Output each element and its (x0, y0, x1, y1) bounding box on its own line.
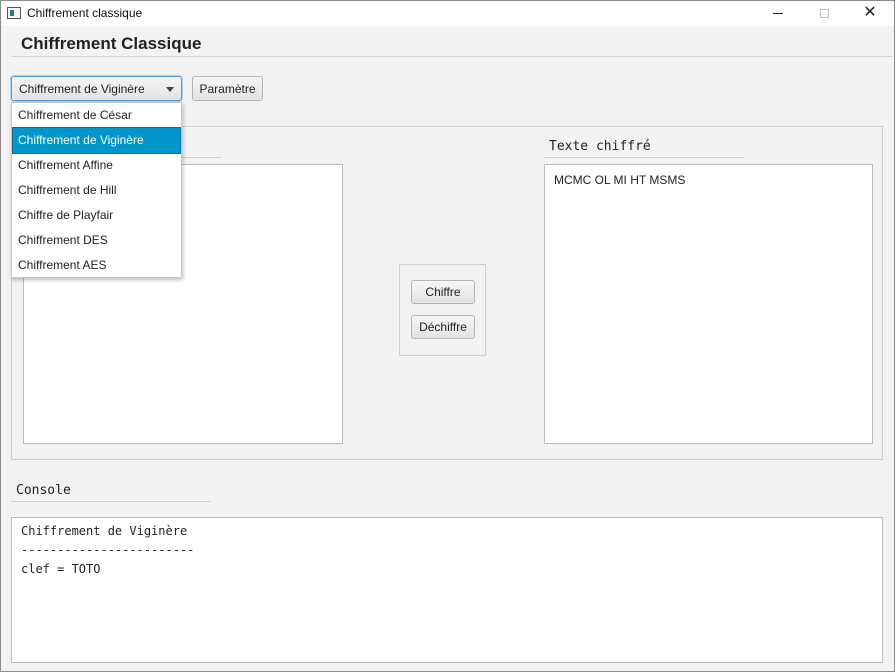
console-label-underline (11, 501, 211, 502)
console-line: clef = TOTO (21, 562, 101, 576)
dropdown-item-playfair[interactable]: Chiffre de Playfair (13, 203, 180, 228)
close-button[interactable]: ✕ (847, 1, 893, 25)
dropdown-item-des[interactable]: Chiffrement DES (13, 228, 180, 253)
dropdown-item-hill[interactable]: Chiffrement de Hill (13, 178, 180, 203)
dropdown-item-affine[interactable]: Chiffrement Affine (13, 153, 180, 178)
dropdown-item-vigenere[interactable]: Chiffrement de Viginère (12, 127, 181, 154)
console-line: ------------------------ (21, 543, 195, 557)
console-text-area[interactable]: Chiffrement de Viginère ----------------… (11, 517, 883, 663)
cipher-select[interactable]: Chiffrement de Viginère (11, 76, 182, 101)
cipher-text-label: Texte chiffré (549, 139, 651, 154)
minimize-icon (773, 12, 783, 14)
console-line: Chiffrement de Viginère (21, 524, 188, 538)
dropdown-item-aes[interactable]: Chiffrement AES (13, 253, 180, 278)
parameters-button[interactable]: Paramètre (192, 76, 263, 101)
maximize-icon (819, 8, 829, 18)
heading-separator (12, 56, 892, 57)
chevron-down-icon (166, 87, 174, 92)
close-icon: ✕ (863, 4, 877, 21)
cipher-text-area[interactable]: MCMC OL MI HT MSMS (544, 164, 873, 444)
cipher-label-underline (544, 157, 744, 158)
cipher-dropdown-list: Chiffrement de César Chiffrement de Vigi… (11, 102, 182, 278)
dropdown-item-cesar[interactable]: Chiffrement de César (13, 103, 180, 128)
maximize-button[interactable] (801, 1, 847, 25)
app-window-icon (7, 7, 21, 19)
app-heading: Chiffrement Classique (21, 34, 202, 53)
action-buttons-box (399, 264, 486, 356)
cipher-text-content: MCMC OL MI HT MSMS (554, 173, 686, 187)
encrypt-button[interactable]: Chiffre (411, 280, 475, 304)
minimize-button[interactable] (755, 1, 801, 25)
console-label: Console (16, 483, 71, 498)
decrypt-button[interactable]: Déchiffre (411, 315, 475, 339)
window-title: Chiffrement classique (27, 6, 143, 20)
cipher-select-value: Chiffrement de Viginère (19, 82, 145, 96)
